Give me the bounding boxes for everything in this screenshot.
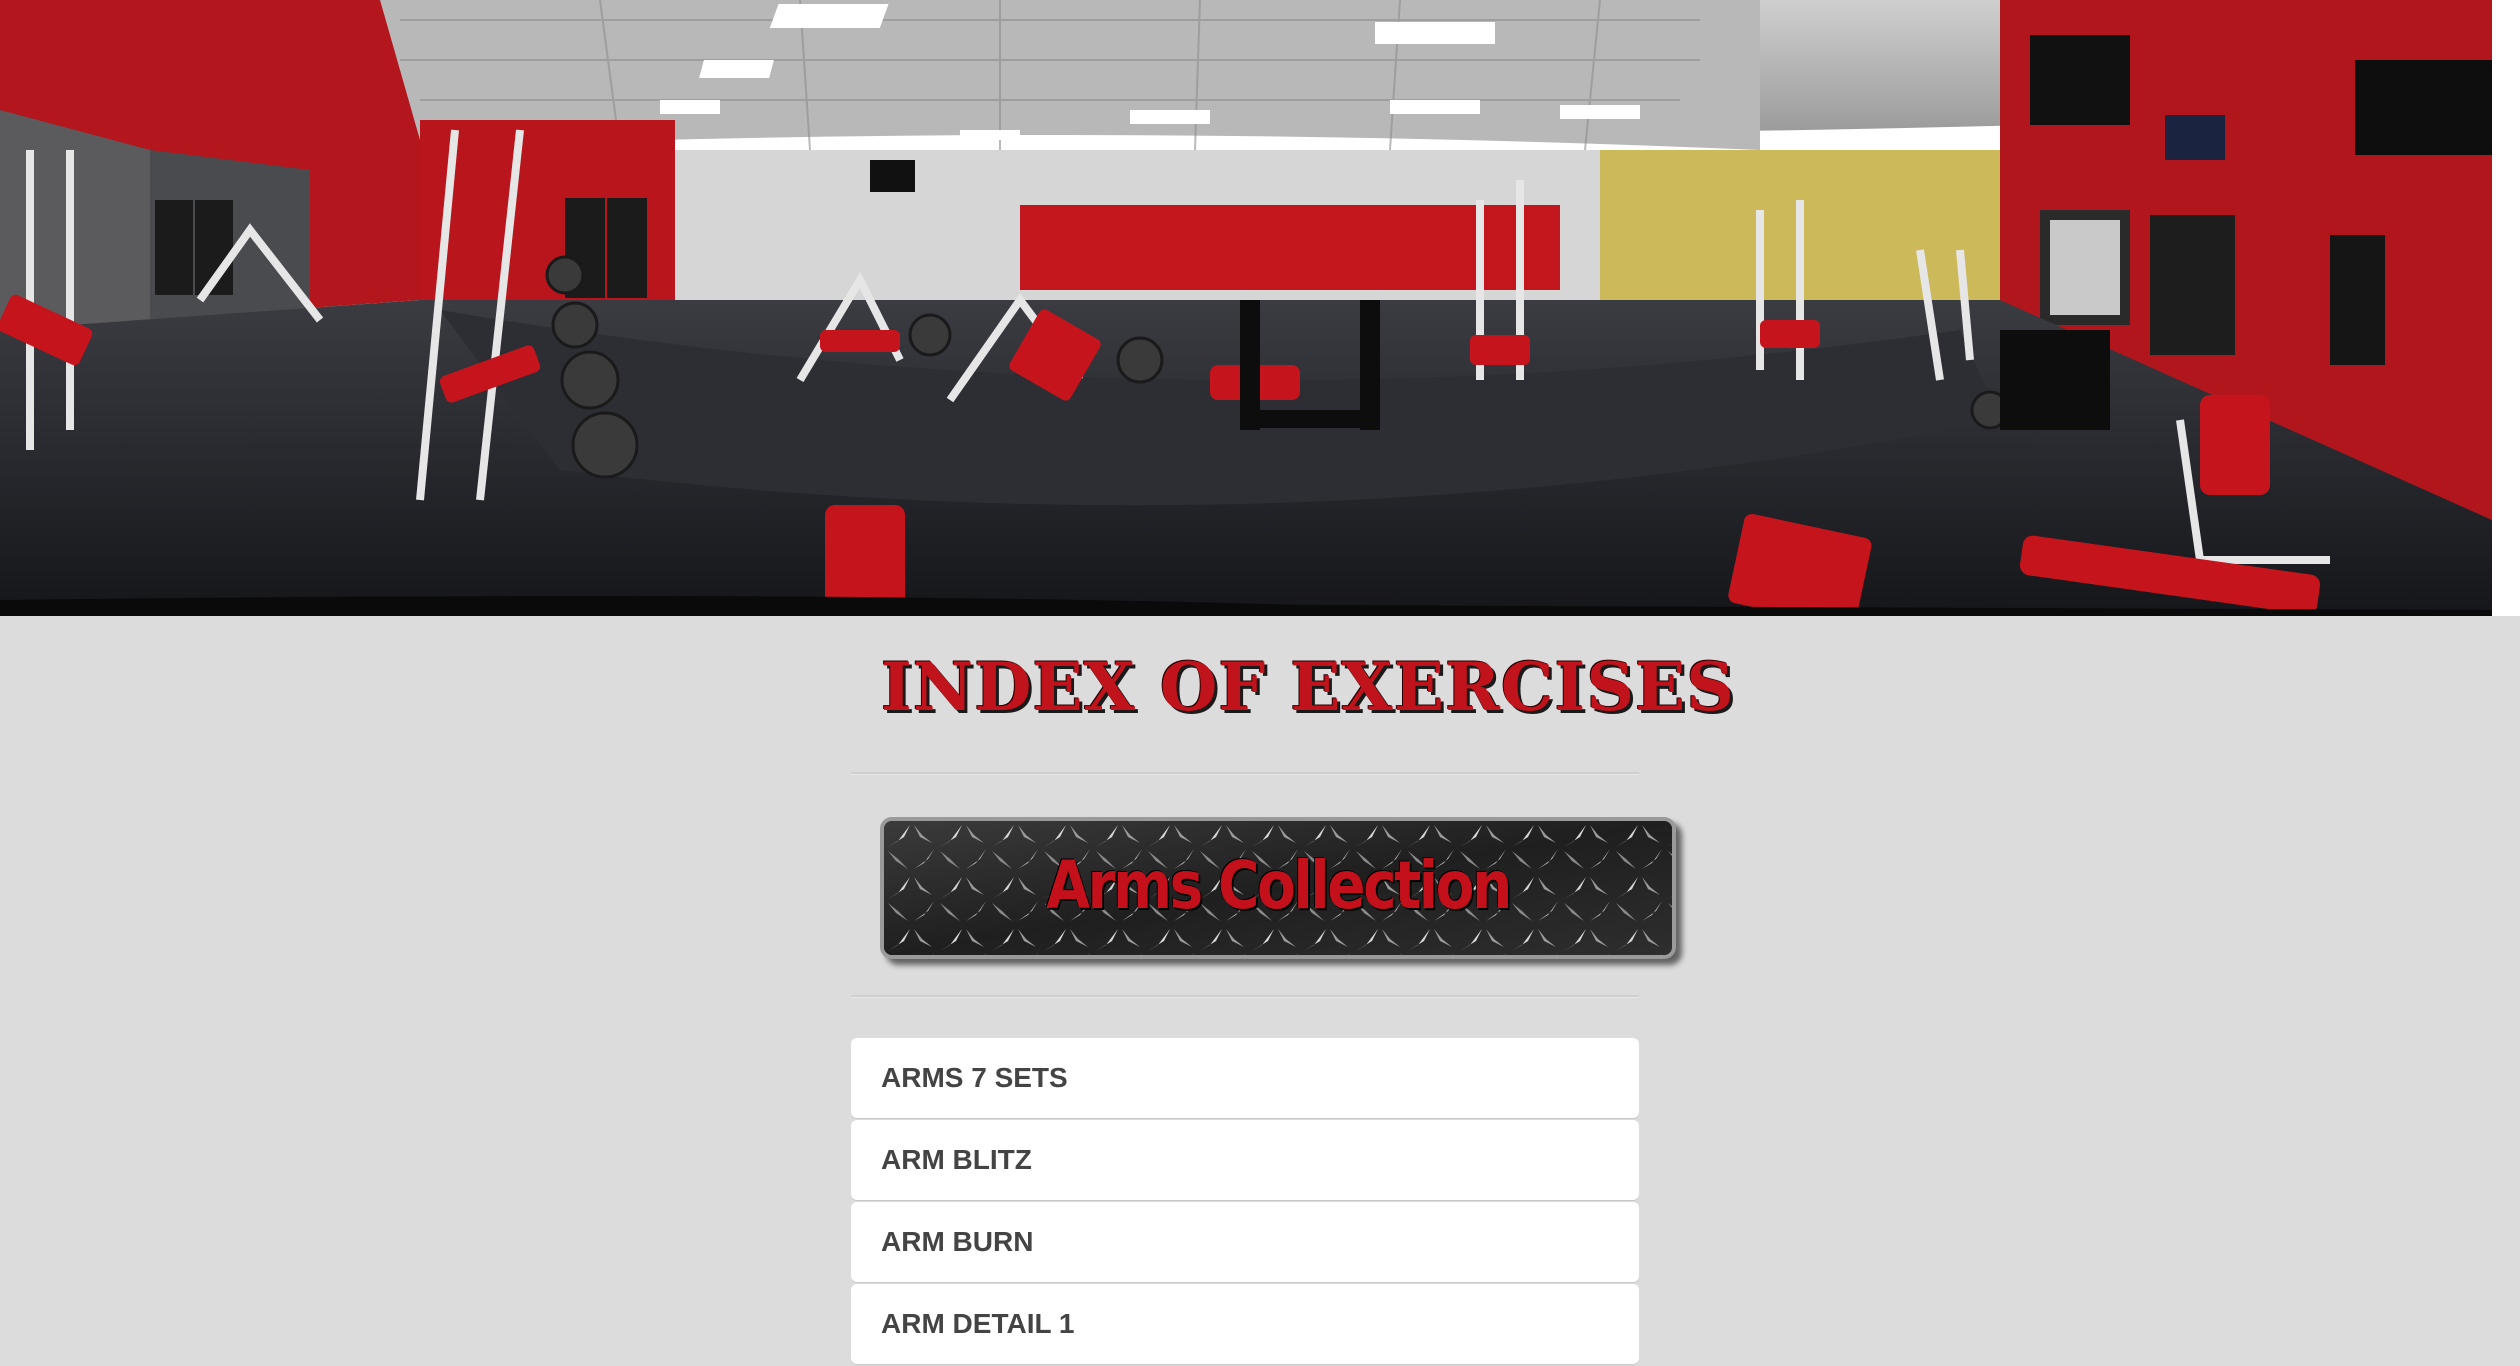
list-item-arms-7-sets[interactable]: ARMS 7 SETS — [851, 1038, 1639, 1118]
list-item-arm-burn[interactable]: ARM BURN — [851, 1202, 1639, 1282]
page-title: INDEX OF EXERCISES — [881, 648, 1735, 726]
list-item-arm-blitz[interactable]: ARM BLITZ — [851, 1120, 1639, 1200]
exercise-list: ARMS 7 SETS ARM BLITZ ARM BURN ARM DETAI… — [851, 1038, 1639, 1364]
arms-collection-banner[interactable]: Arms Collection — [880, 817, 1676, 959]
banner-wrapper: Arms Collection — [851, 775, 1676, 995]
gym-panorama-photo — [0, 0, 2492, 616]
hero-banner — [0, 0, 2520, 616]
main-content: INDEX OF EXERCISES Arms Collection ARMS … — [851, 616, 1735, 1366]
list-item-arm-detail-1[interactable]: ARM DETAIL 1 — [851, 1284, 1639, 1364]
banner-label: Arms Collection — [1046, 847, 1512, 924]
divider — [851, 995, 1639, 998]
